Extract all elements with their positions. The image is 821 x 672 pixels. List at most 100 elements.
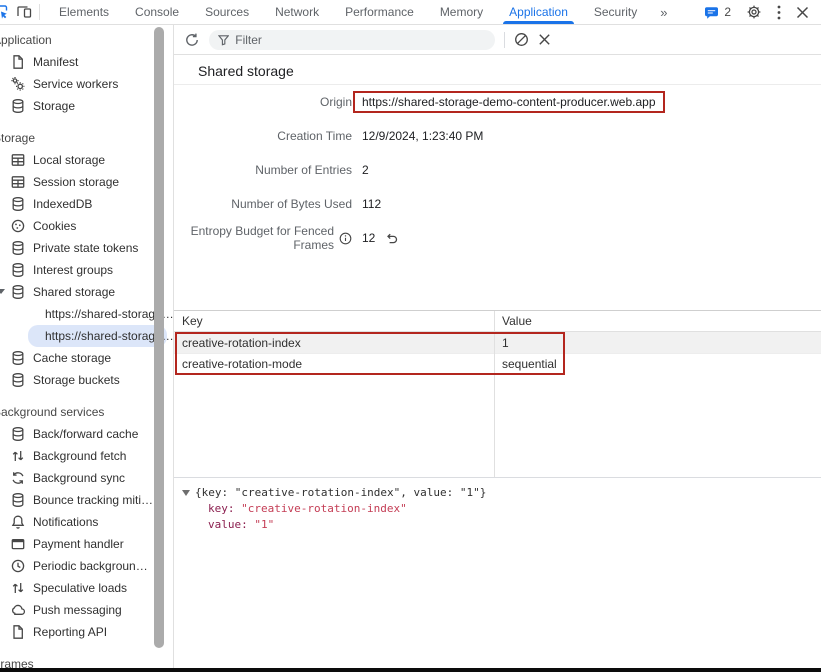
close-devtools-icon[interactable] — [796, 6, 809, 19]
sidebar-item-notifications[interactable]: Notifications — [0, 511, 173, 533]
property-value: "creative-rotation-index" — [241, 502, 407, 515]
close-item-icon[interactable] — [538, 33, 551, 46]
field-label-text: Creation Time — [277, 129, 352, 143]
field-row-creation-time: Creation Time12/9/2024, 1:23:40 PM — [174, 119, 821, 153]
table-grid-icon — [10, 174, 26, 190]
sidebar-item-indexeddb[interactable]: IndexedDB — [0, 193, 173, 215]
up-down-arrows-icon — [10, 580, 26, 596]
database-icon — [10, 196, 26, 212]
sidebar-item-label: Shared storage — [33, 285, 115, 299]
filter-funnel-icon — [218, 34, 229, 46]
chat-bubble-icon — [704, 5, 719, 20]
sidebar-item-label: Periodic backgroun… — [33, 559, 148, 573]
sidebar-item-speculative-loads[interactable]: Speculative loads — [0, 577, 173, 599]
cloud-icon — [10, 602, 26, 618]
clear-block-icon[interactable] — [514, 32, 529, 47]
sidebar-item-payment-handler[interactable]: Payment handler — [0, 533, 173, 555]
shared-storage-table: KeyValuecreative-rotation-index1creative… — [174, 310, 821, 478]
sidebar-section-title: Background services — [0, 401, 173, 423]
sidebar-item-private-state-tokens[interactable]: Private state tokens — [0, 237, 173, 259]
sync-arrows-icon — [10, 470, 26, 486]
sidebar-item-https-shared-storage[interactable]: https://shared-storage… — [0, 303, 173, 325]
chevron-down-icon[interactable] — [0, 289, 5, 294]
table-row[interactable]: creative-rotation-index1 — [174, 332, 821, 353]
entry-preview-pane: {key: "creative-rotation-index", value: … — [174, 478, 821, 672]
table-row[interactable]: creative-rotation-modesequential — [174, 353, 821, 374]
reset-budget-icon[interactable] — [384, 232, 398, 245]
sidebar-item-background-sync[interactable]: Background sync — [0, 467, 173, 489]
inspect-element-icon[interactable] — [0, 4, 10, 20]
sidebar-item-storage[interactable]: Storage — [0, 95, 173, 117]
tab-elements[interactable]: Elements — [46, 0, 122, 24]
cell-value: 1 — [494, 336, 821, 350]
sidebar-item-label: Interest groups — [33, 263, 113, 277]
tab-memory[interactable]: Memory — [427, 0, 496, 24]
database-icon — [10, 426, 26, 442]
tab-sources[interactable]: Sources — [192, 0, 262, 24]
column-header-key[interactable]: Key — [174, 314, 494, 328]
sidebar-item-label: Notifications — [33, 515, 98, 529]
sidebar-item-https-shared-storage[interactable]: https://shared-storage… — [28, 325, 167, 347]
shared-storage-panel: Shared storage Originhttps://shared-stor… — [174, 25, 821, 672]
field-value: 2 — [362, 163, 369, 177]
sidebar-item-back-forward-cache[interactable]: Back/forward cache — [0, 423, 173, 445]
info-icon[interactable] — [339, 232, 352, 245]
console-messages-badge[interactable]: 2 — [704, 5, 731, 20]
tab-application[interactable]: Application — [496, 0, 581, 24]
sidebar-item-bounce-tracking-miti[interactable]: Bounce tracking miti… — [0, 489, 173, 511]
field-label-text: Number of Bytes Used — [231, 197, 352, 211]
field-label-text: Origin — [320, 95, 352, 109]
expand-triangle-icon[interactable] — [182, 490, 190, 496]
sidebar-item-push-messaging[interactable]: Push messaging — [0, 599, 173, 621]
column-header-value[interactable]: Value — [494, 314, 821, 328]
more-tabs-chevron[interactable]: » — [650, 0, 677, 24]
device-toolbar-icon[interactable] — [16, 4, 33, 20]
sidebar-item-background-fetch[interactable]: Background fetch — [0, 445, 173, 467]
field-label: Creation Time — [174, 129, 352, 143]
table-header-row: KeyValue — [174, 311, 821, 332]
tab-security[interactable]: Security — [581, 0, 650, 24]
field-value-text: 2 — [362, 163, 369, 177]
database-icon — [10, 284, 26, 300]
column-divider[interactable] — [494, 311, 495, 477]
sidebar-item-periodic-backgroun[interactable]: Periodic backgroun… — [0, 555, 173, 577]
tab-performance[interactable]: Performance — [332, 0, 427, 24]
refresh-icon[interactable] — [184, 32, 200, 48]
payment-card-icon — [10, 536, 26, 552]
property-name: key: — [208, 502, 241, 515]
page-title: Shared storage — [174, 55, 821, 85]
preview-summary-row[interactable]: {key: "creative-rotation-index", value: … — [182, 485, 813, 501]
sidebar-item-cache-storage[interactable]: Cache storage — [0, 347, 173, 369]
sidebar-item-label: Cache storage — [33, 351, 111, 365]
sidebar-item-label: Service workers — [33, 77, 118, 91]
sidebar-item-session-storage[interactable]: Session storage — [0, 171, 173, 193]
table-grid-icon — [10, 152, 26, 168]
sidebar-item-cookies[interactable]: Cookies — [0, 215, 173, 237]
sidebar-section-title: Application — [0, 29, 173, 51]
sidebar-item-storage-buckets[interactable]: Storage buckets — [0, 369, 173, 391]
sidebar-item-shared-storage[interactable]: Shared storage — [0, 281, 173, 303]
field-value-text: 112 — [362, 197, 381, 211]
sidebar-item-interest-groups[interactable]: Interest groups — [0, 259, 173, 281]
field-row-entropy-budget-for-fenced-frames: Entropy Budget for Fenced Frames12 — [174, 221, 821, 255]
database-icon — [10, 240, 26, 256]
sidebar-item-label: Back/forward cache — [33, 427, 138, 441]
sidebar-item-local-storage[interactable]: Local storage — [0, 149, 173, 171]
up-down-arrows-icon — [10, 448, 26, 464]
kebab-menu-icon[interactable] — [777, 5, 781, 20]
tab-console[interactable]: Console — [122, 0, 192, 24]
sidebar-section-title: Storage — [0, 127, 173, 149]
sidebar-scrollbar-thumb[interactable] — [154, 27, 164, 648]
database-icon — [10, 262, 26, 278]
settings-gear-icon[interactable] — [746, 4, 762, 20]
cell-key: creative-rotation-index — [174, 336, 494, 350]
bell-icon — [10, 514, 26, 530]
sidebar-item-reporting-api[interactable]: Reporting API — [0, 621, 173, 643]
field-label: Entropy Budget for Fenced Frames — [174, 224, 352, 252]
sidebar-item-manifest[interactable]: Manifest — [0, 51, 173, 73]
tab-network[interactable]: Network — [262, 0, 332, 24]
sidebar-item-service-workers[interactable]: Service workers — [0, 73, 173, 95]
sidebar-item-label: Cookies — [33, 219, 76, 233]
field-label: Origin — [174, 95, 352, 109]
filter-input[interactable] — [235, 33, 486, 47]
